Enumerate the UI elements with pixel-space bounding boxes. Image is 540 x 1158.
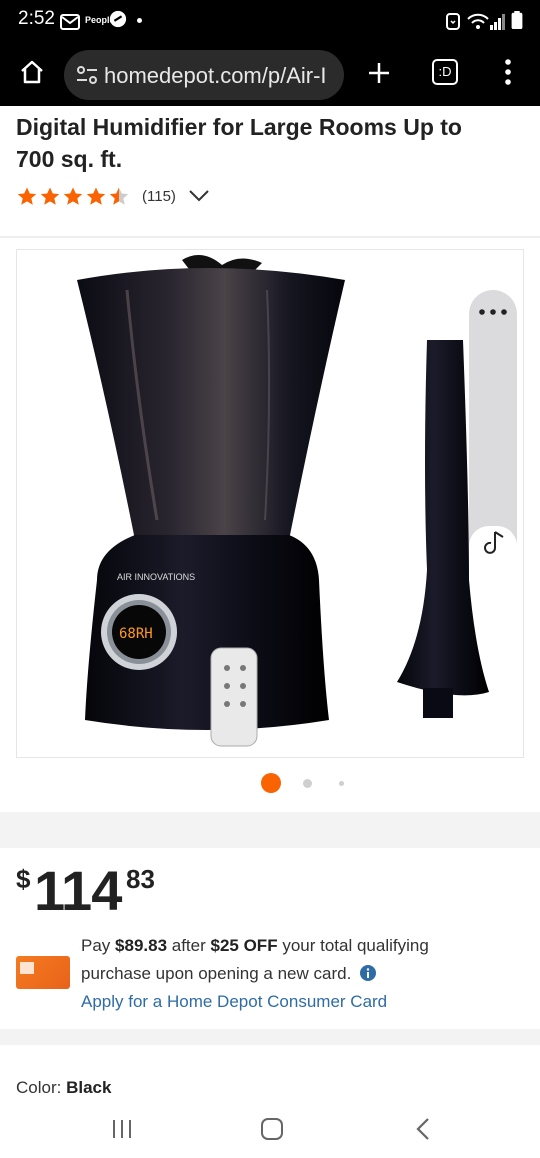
- recent-apps-icon[interactable]: [110, 1118, 134, 1140]
- price-cents: 83: [126, 864, 155, 894]
- brand-text: AIR INNOVATIONS: [117, 572, 195, 582]
- address-bar[interactable]: homedepot.com/p/Air-I: [64, 50, 344, 100]
- price-dollars: 114: [34, 859, 122, 922]
- tab-switcher-button[interactable]: :D: [432, 59, 458, 85]
- tab-count: :D: [438, 64, 452, 79]
- status-time: 2:52: [18, 8, 55, 29]
- divider: [0, 236, 540, 238]
- notification-dot-icon: [137, 18, 142, 23]
- home-nav-icon[interactable]: [260, 1118, 284, 1140]
- card-promo: Pay $89.83 after $25 OFF your total qual…: [81, 932, 501, 1016]
- section-divider: [0, 1029, 540, 1045]
- mail-icon: [60, 14, 80, 30]
- info-icon[interactable]: [360, 965, 377, 981]
- chevron-down-icon[interactable]: [188, 189, 210, 203]
- alarm-icon: [446, 13, 460, 30]
- promo-off-amount: $25 OFF: [210, 936, 278, 955]
- status-bar: 2:52 People: [0, 0, 540, 44]
- section-divider: [0, 812, 540, 848]
- product-title: Digital Humidifier for Large Rooms Up to…: [16, 114, 462, 172]
- pagination-dot-active[interactable]: [261, 773, 281, 793]
- signal-icon: [490, 14, 505, 30]
- wifi-icon: [467, 13, 489, 29]
- price-dollar-sign: $: [16, 864, 31, 894]
- link-app-icon: [109, 10, 127, 28]
- pagination-dot[interactable]: [303, 779, 312, 788]
- back-icon[interactable]: [414, 1117, 432, 1141]
- promo-text: Pay: [81, 936, 116, 955]
- promo-text: after: [167, 936, 211, 955]
- url-text: homedepot.com/p/Air-I: [104, 63, 327, 88]
- credit-card-icon: [16, 956, 70, 989]
- more-menu-icon[interactable]: [502, 58, 514, 86]
- display-text: 68RH: [119, 626, 153, 642]
- new-tab-icon[interactable]: [366, 60, 392, 86]
- browser-toolbar: homedepot.com/p/Air-I :D: [0, 44, 540, 106]
- system-nav-bar: [0, 1106, 540, 1158]
- product-image[interactable]: AIR INNOVATIONS 68RH: [16, 249, 524, 758]
- page-content: Digital Humidifier for Large Rooms Up to…: [0, 106, 540, 1106]
- humidifier-image: AIR INNOVATIONS 68RH: [77, 255, 517, 747]
- rating-row[interactable]: (115): [16, 186, 209, 208]
- promo-pay-amount: $89.83: [115, 936, 168, 955]
- color-value: Black: [66, 1078, 112, 1097]
- site-settings-icon[interactable]: [76, 65, 98, 85]
- review-count: (115): [142, 188, 176, 205]
- home-icon[interactable]: [18, 58, 46, 86]
- star-rating-icon: [17, 187, 129, 205]
- battery-icon: [511, 11, 523, 29]
- color-label: Color:: [16, 1078, 62, 1097]
- gallery-pagination[interactable]: [0, 773, 540, 793]
- color-option: Color: Black: [16, 1078, 111, 1098]
- apply-card-link[interactable]: Apply for a Home Depot Consumer Card: [81, 988, 501, 1016]
- pagination-dot[interactable]: [339, 781, 344, 786]
